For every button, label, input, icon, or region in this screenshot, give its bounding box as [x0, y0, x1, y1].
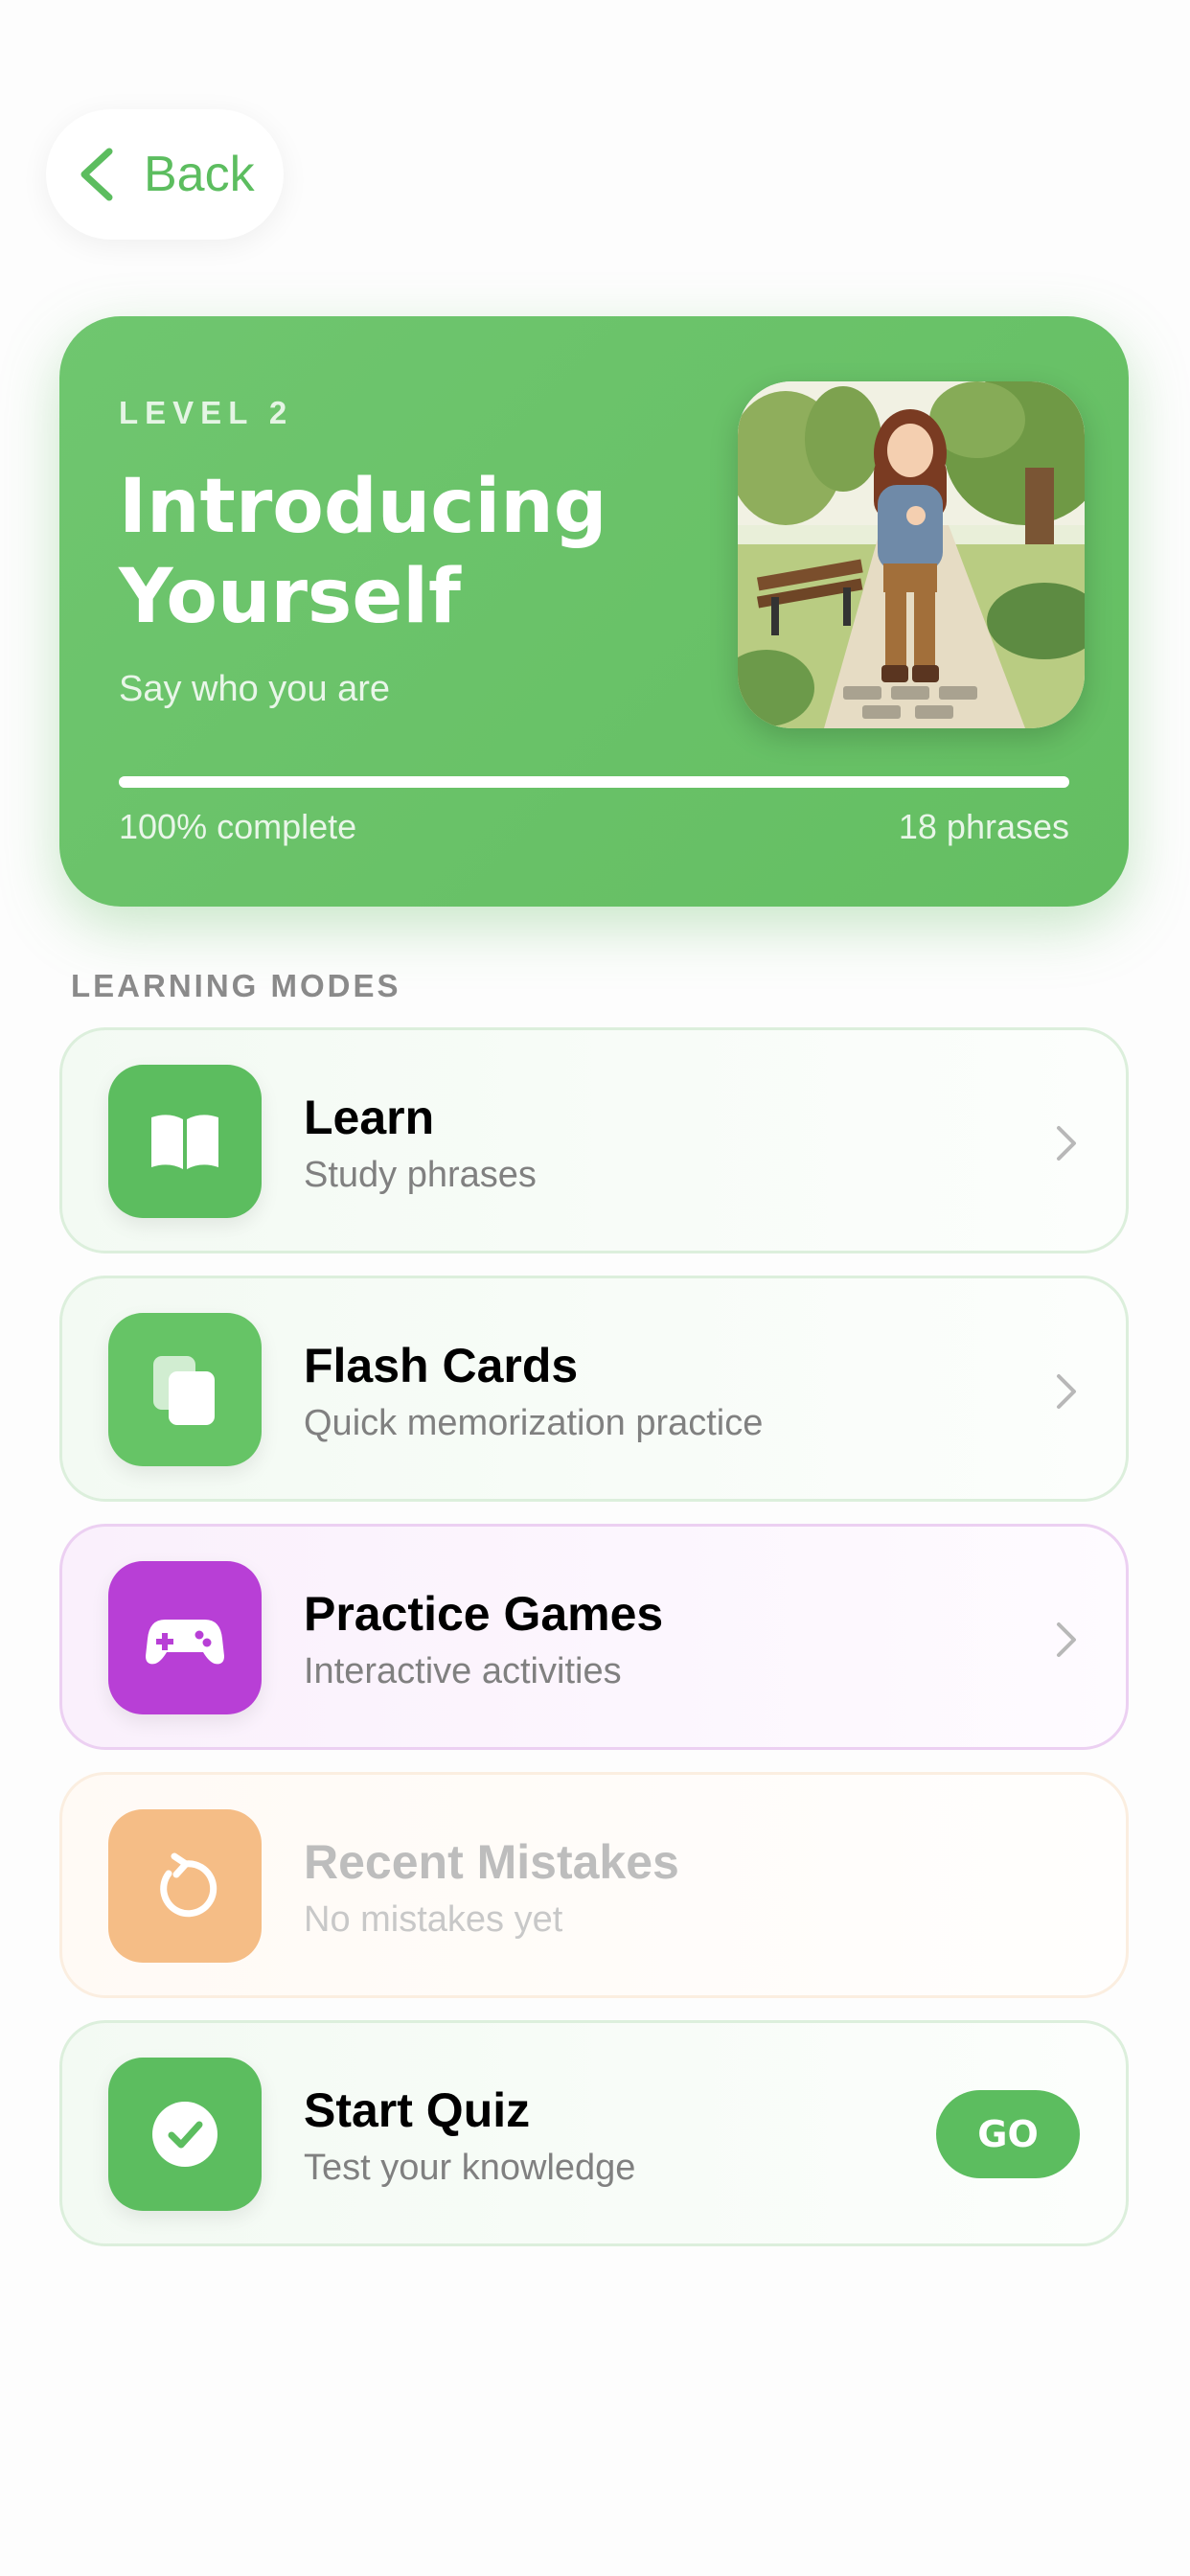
mode-title: Recent Mistakes — [304, 1835, 679, 1889]
go-button[interactable]: GO — [936, 2090, 1080, 2178]
progress-bar — [119, 776, 1069, 788]
mode-card-recent-mistakes: Recent Mistakes No mistakes yet — [59, 1772, 1129, 1998]
chevron-left-icon — [80, 148, 113, 201]
mode-subtitle: Interactive activities — [304, 1651, 622, 1691]
mode-subtitle: Study phrases — [304, 1155, 537, 1195]
back-label: Back — [144, 147, 255, 202]
cards-icon — [108, 1313, 262, 1466]
level-label: LEVEL 2 — [119, 395, 294, 430]
mode-subtitle: No mistakes yet — [304, 1899, 563, 1940]
section-title-learning-modes: LEARNING MODES — [71, 968, 401, 1003]
mode-card-learn[interactable]: Learn Study phrases — [59, 1027, 1129, 1254]
check-circle-icon — [108, 2058, 262, 2211]
back-button[interactable]: Back — [46, 109, 284, 240]
mode-title: Flash Cards — [304, 1339, 579, 1392]
level-hero-card: LEVEL 2 Introducing Yourself Say who you… — [59, 316, 1129, 907]
phrase-count: 18 phrases — [898, 807, 1069, 846]
chevron-right-icon — [1057, 1126, 1076, 1161]
open-book-icon — [108, 1065, 262, 1218]
mode-subtitle: Test your knowledge — [304, 2148, 636, 2188]
mode-title: Learn — [304, 1091, 435, 1144]
lesson-illustration — [738, 381, 1085, 728]
level-detail-screen: Back LEVEL 2 Introducing Yourself Say wh… — [0, 0, 1190, 2576]
mode-subtitle: Quick memorization practice — [304, 1403, 764, 1443]
progress-bar-fill — [119, 776, 1069, 788]
chevron-right-icon — [1057, 1374, 1076, 1409]
park-girl-illustration — [738, 381, 1085, 728]
mode-title: Start Quiz — [304, 2083, 531, 2137]
progress-label: 100% complete — [119, 807, 357, 846]
mode-title: Practice Games — [304, 1587, 664, 1641]
mode-card-practice-games[interactable]: Practice Games Interactive activities — [59, 1524, 1129, 1750]
mode-card-flash-cards[interactable]: Flash Cards Quick memorization practice — [59, 1276, 1129, 1502]
lesson-subtitle: Say who you are — [119, 669, 391, 709]
gamepad-icon — [108, 1561, 262, 1714]
lesson-title: Introducing Yourself — [119, 464, 607, 640]
chevron-right-icon — [1057, 1622, 1076, 1657]
mode-card-start-quiz[interactable]: Start Quiz Test your knowledge GO — [59, 2020, 1129, 2246]
retry-icon — [108, 1809, 262, 1963]
